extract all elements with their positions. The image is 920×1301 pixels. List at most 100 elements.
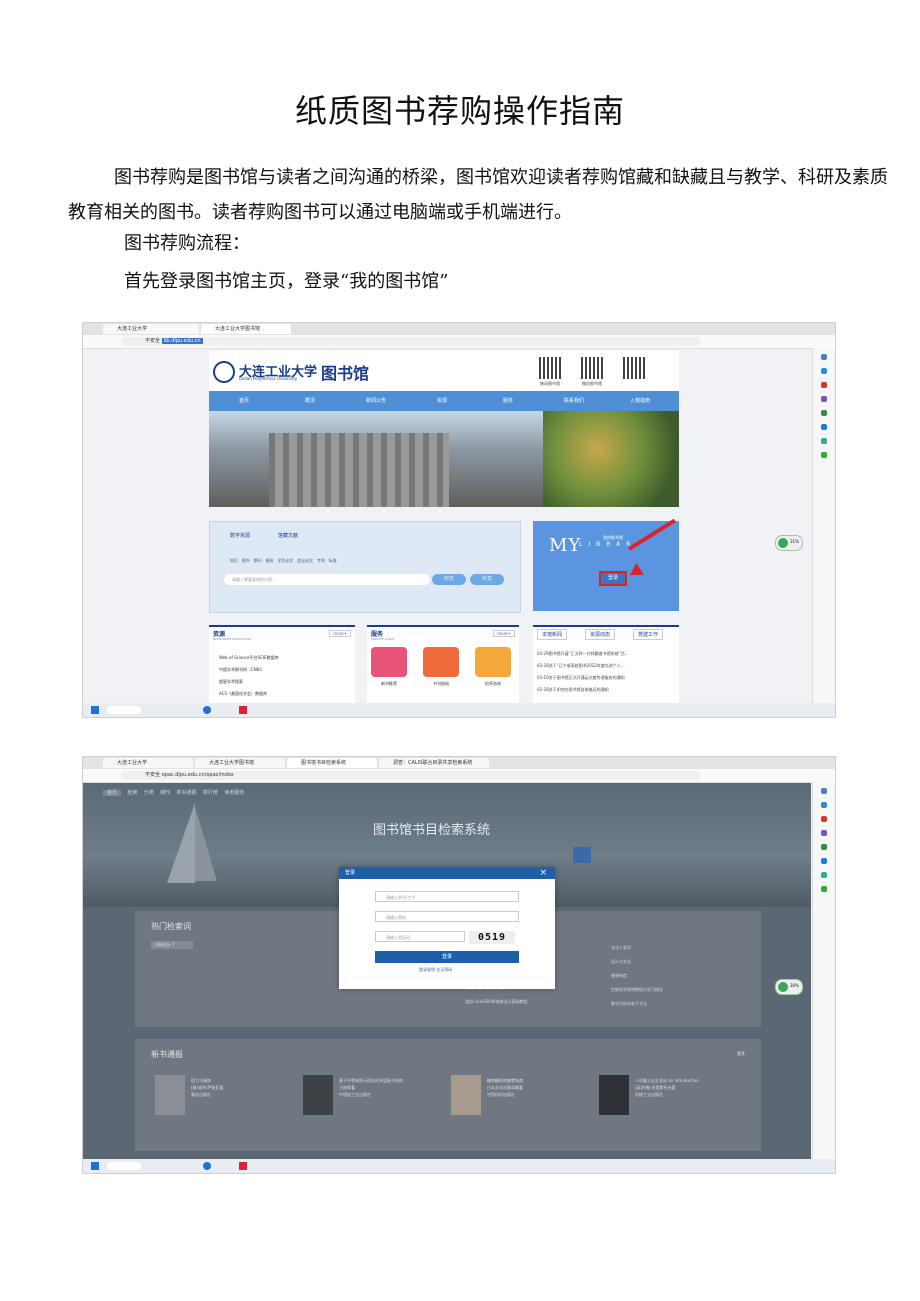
hot-item[interactable]: 服装构造 bbox=[611, 973, 627, 979]
tree-icon[interactable] bbox=[821, 886, 827, 892]
search-input[interactable]: 请输入需要查找的内容... bbox=[224, 574, 430, 585]
windows-start-icon[interactable] bbox=[91, 706, 99, 714]
nav-item[interactable]: 读者服务 bbox=[224, 790, 244, 796]
nav-item[interactable]: 入馆指南 bbox=[611, 391, 669, 411]
toolbox-icon[interactable] bbox=[821, 816, 827, 822]
search-foreign-button[interactable]: 外文 bbox=[470, 574, 504, 585]
filter-item[interactable]: 知识 bbox=[230, 558, 238, 563]
tab-news[interactable]: 本馆新闻 bbox=[537, 629, 568, 640]
close-icon[interactable]: × bbox=[539, 867, 547, 879]
captcha-image[interactable]: 0519 bbox=[469, 931, 515, 944]
office-icon[interactable] bbox=[821, 844, 827, 850]
red-arrow-icon bbox=[627, 518, 676, 551]
username-input[interactable]: 请输入学号/工号 bbox=[375, 891, 519, 902]
login-dialog: 登录 × 请输入学号/工号 请输入密码 请输入验证码 0519 登录 登录说明 … bbox=[339, 867, 555, 989]
news-item[interactable]: 03-10关于图书馆正式开通云文献传递服务的通知 bbox=[537, 675, 625, 681]
nav-item[interactable]: 新书通报 bbox=[177, 790, 197, 796]
app-icon[interactable] bbox=[239, 706, 247, 714]
nav-item[interactable]: 首页 bbox=[215, 391, 273, 411]
edge-icon[interactable] bbox=[203, 1162, 211, 1170]
tab-resource-news[interactable]: 资源动态 bbox=[585, 629, 616, 640]
password-input[interactable]: 请输入密码 bbox=[375, 911, 519, 922]
browser-tab[interactable]: 大连工业大学 bbox=[103, 324, 199, 334]
nav-item[interactable]: 首页 bbox=[103, 790, 122, 796]
tag-icon[interactable] bbox=[821, 802, 827, 808]
user-icon[interactable] bbox=[821, 830, 827, 836]
filter-item[interactable]: 会议论文 bbox=[297, 558, 313, 563]
news-item[interactable]: 03-29图书馆开展“汇文杯—付梓飘香书馆系统”活... bbox=[537, 651, 629, 657]
tag-icon[interactable] bbox=[821, 368, 827, 374]
news-item[interactable]: 02-28关于如何在图书馆自助借还的通知 bbox=[537, 687, 609, 693]
login-submit-button[interactable]: 登录 bbox=[375, 951, 519, 963]
tab-party-work[interactable]: 党建工作 bbox=[633, 629, 664, 640]
tab-digital-resources[interactable]: 数字资源 bbox=[230, 532, 250, 539]
nav-item[interactable]: 资源 bbox=[413, 391, 471, 411]
book-cover[interactable] bbox=[451, 1075, 481, 1115]
outlook-icon[interactable] bbox=[821, 424, 827, 430]
browser-tab[interactable]: 大连工业大学 bbox=[103, 758, 193, 768]
hot-item[interactable]: 生物化学简明教程与学习指导 bbox=[611, 987, 663, 993]
nav-item[interactable]: 服务 bbox=[479, 391, 537, 411]
book-cover[interactable] bbox=[303, 1075, 333, 1115]
hot-search-chip[interactable]: 机械设计 7 bbox=[151, 941, 193, 949]
browser-tab[interactable]: 大连工业大学图书馆 bbox=[195, 758, 285, 768]
browser-tab-active[interactable]: 图书馆书目检索系统 bbox=[287, 758, 377, 768]
app-icon[interactable] bbox=[239, 1162, 247, 1170]
toolbox-icon[interactable] bbox=[821, 382, 827, 388]
qr-label: 移动图书馆 bbox=[540, 381, 560, 386]
resource-item[interactable]: 超星学术搜索 bbox=[219, 679, 243, 685]
nav-item[interactable]: 期刊 bbox=[160, 790, 170, 796]
filter-item[interactable]: 标准 bbox=[329, 558, 337, 563]
book-cover[interactable] bbox=[599, 1075, 629, 1115]
services-more-link[interactable]: more+ bbox=[493, 630, 515, 637]
nav-item[interactable]: 检索 bbox=[127, 790, 137, 796]
books-icon[interactable] bbox=[475, 647, 511, 677]
user-icon[interactable] bbox=[821, 396, 827, 402]
browser-tab-active[interactable]: 大连工业大学图书馆 bbox=[201, 324, 291, 334]
resource-item[interactable]: 中国学术期刊网（CNKI） bbox=[219, 667, 265, 673]
url-field[interactable]: 不安全 opac.dlpu.edu.cn/opac/index bbox=[121, 771, 701, 780]
search-icon[interactable] bbox=[573, 847, 591, 863]
nav-item[interactable]: 分类 bbox=[144, 790, 154, 796]
tree-icon[interactable] bbox=[821, 452, 827, 458]
filter-item[interactable]: 期刊 bbox=[254, 558, 262, 563]
nav-item[interactable]: 新闻公告 bbox=[347, 391, 405, 411]
search-chinese-button[interactable]: 中文 bbox=[432, 574, 466, 585]
captcha-input[interactable]: 请输入验证码 bbox=[375, 931, 465, 942]
filter-item[interactable]: 报纸 bbox=[265, 558, 273, 563]
browser-tab[interactable]: 调查：CALIS联合目录共享检索系统 bbox=[379, 758, 489, 768]
resource-item[interactable]: ACS（美国化学会）数据库 bbox=[219, 691, 267, 697]
resources-more-link[interactable]: more+ bbox=[329, 630, 351, 637]
games-icon[interactable] bbox=[821, 872, 827, 878]
my-library-login-button[interactable]: 登录 bbox=[599, 571, 627, 586]
taskbar-search[interactable] bbox=[107, 706, 141, 714]
hot-item[interactable]: 设计与文化 bbox=[611, 959, 631, 965]
tab-collection[interactable]: 馆藏文献 bbox=[278, 532, 298, 539]
new-books-more-link[interactable]: 更多 bbox=[737, 1051, 745, 1057]
resource-item[interactable]: Web of Science平台SCIE数据库 bbox=[219, 655, 279, 661]
edge-icon[interactable] bbox=[203, 706, 211, 714]
nav-item[interactable]: 概况 bbox=[281, 391, 339, 411]
hot-item[interactable]: 酒店CorelDRAW电路设计基础教程 bbox=[465, 999, 528, 1005]
book-cover[interactable] bbox=[155, 1075, 185, 1115]
search-icon[interactable] bbox=[821, 788, 827, 794]
hot-item[interactable]: 文化人类学 bbox=[611, 945, 631, 951]
alarm-clock-icon[interactable] bbox=[371, 647, 407, 677]
news-item[interactable]: 03-28关于“辽宁省高校图书2022年度先进个人... bbox=[537, 663, 625, 669]
filter-item[interactable]: 专利 bbox=[317, 558, 325, 563]
filter-item[interactable]: 图书 bbox=[242, 558, 250, 563]
games-icon[interactable] bbox=[821, 438, 827, 444]
search-icon[interactable] bbox=[821, 354, 827, 360]
nav-item[interactable]: 排行榜 bbox=[203, 790, 218, 796]
office-icon[interactable] bbox=[821, 410, 827, 416]
hot-item[interactable]: 数学分析的若干方法 bbox=[611, 1001, 647, 1007]
coffee-cup-icon[interactable] bbox=[423, 647, 459, 677]
login-help-links[interactable]: 登录说明 忘记密码 bbox=[419, 967, 452, 973]
url-field[interactable]: 不安全 lib.dlpu.edu.cn bbox=[121, 337, 701, 346]
filter-item[interactable]: 学位论文 bbox=[277, 558, 293, 563]
outlook-icon[interactable] bbox=[821, 858, 827, 864]
service-label: 新书推荐 bbox=[381, 681, 397, 686]
taskbar-search[interactable] bbox=[107, 1162, 141, 1170]
nav-item[interactable]: 联系我们 bbox=[545, 391, 603, 411]
windows-start-icon[interactable] bbox=[91, 1162, 99, 1170]
